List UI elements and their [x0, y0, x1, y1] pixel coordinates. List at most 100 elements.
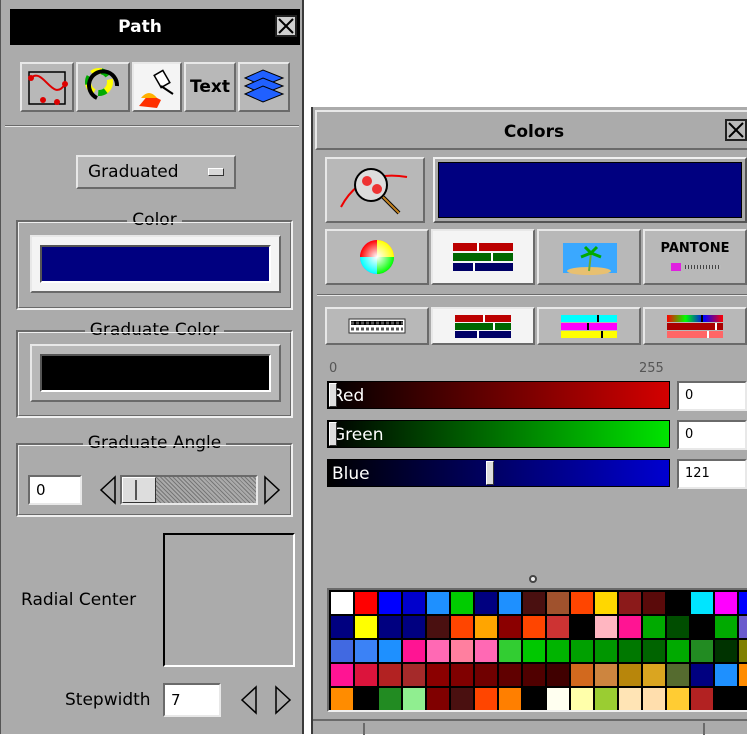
graduate-color-swatch-button[interactable] — [30, 344, 281, 402]
palette-swatch[interactable] — [739, 640, 747, 662]
palette-swatch[interactable] — [451, 640, 473, 662]
graduate-angle-slider-thumb[interactable] — [122, 477, 156, 503]
palette-swatch[interactable] — [595, 664, 617, 686]
palette-swatch[interactable] — [691, 688, 713, 710]
red-value-input[interactable]: 0 — [677, 381, 747, 411]
palette-swatch[interactable] — [427, 640, 449, 662]
palette-swatch[interactable] — [451, 592, 473, 614]
tab-cmyk-model[interactable] — [537, 307, 641, 345]
palette-swatch[interactable] — [619, 592, 641, 614]
palette-swatch[interactable] — [331, 592, 353, 614]
tab-pantone[interactable]: PANTONE — [643, 229, 747, 285]
color-picker-button[interactable] — [325, 157, 425, 223]
palette-swatch[interactable] — [331, 616, 353, 638]
palette-swatch[interactable] — [595, 640, 617, 662]
stepwidth-input[interactable]: 7 — [163, 683, 221, 717]
palette-swatch[interactable] — [379, 664, 401, 686]
palette-swatch[interactable] — [523, 616, 545, 638]
palette-swatch[interactable] — [403, 688, 425, 710]
green-slider[interactable]: Green — [327, 420, 670, 448]
fill-tool-button[interactable] — [132, 62, 182, 112]
palette-swatch[interactable] — [355, 616, 377, 638]
palette-swatch[interactable] — [523, 688, 545, 710]
palette-swatch[interactable] — [355, 640, 377, 662]
palette-swatch[interactable] — [451, 616, 473, 638]
tab-color-wheel[interactable] — [325, 229, 429, 285]
palette-swatch[interactable] — [331, 640, 353, 662]
palette-swatch[interactable] — [619, 664, 641, 686]
palette-swatch[interactable] — [619, 616, 641, 638]
palette-swatch[interactable] — [523, 664, 545, 686]
palette-swatch[interactable] — [619, 640, 641, 662]
palette-swatch[interactable] — [571, 592, 593, 614]
palette-swatch[interactable] — [547, 592, 569, 614]
tab-rgb-model[interactable] — [431, 307, 535, 345]
palette-swatch[interactable] — [523, 592, 545, 614]
path-close-button[interactable] — [275, 15, 297, 37]
palette-swatch[interactable] — [499, 688, 521, 710]
palette-swatch[interactable] — [715, 664, 737, 686]
palette-swatch[interactable] — [403, 616, 425, 638]
fill-type-dropdown[interactable]: Graduated — [76, 155, 236, 189]
red-slider[interactable]: Red — [327, 381, 670, 409]
green-slider-handle[interactable] — [329, 422, 337, 446]
angle-decrease-arrow-icon[interactable] — [98, 475, 118, 505]
colors-close-button[interactable] — [725, 119, 747, 141]
palette-swatch[interactable] — [451, 688, 473, 710]
palette-swatch[interactable] — [715, 616, 737, 638]
palette-swatch[interactable] — [355, 688, 377, 710]
red-slider-handle[interactable] — [329, 383, 337, 407]
palette-swatch[interactable] — [571, 640, 593, 662]
palette-swatch[interactable] — [331, 688, 353, 710]
palette-swatch[interactable] — [643, 592, 665, 614]
palette-swatch[interactable] — [475, 616, 497, 638]
palette-swatch[interactable] — [595, 616, 617, 638]
tab-grayscale-model[interactable] — [325, 307, 429, 345]
palette-swatch[interactable] — [571, 616, 593, 638]
palette-swatch[interactable] — [595, 688, 617, 710]
stepwidth-decrease-arrow-icon[interactable] — [239, 685, 259, 715]
palette-swatch[interactable] — [403, 640, 425, 662]
palette-swatch[interactable] — [643, 688, 665, 710]
palette-swatch[interactable] — [547, 640, 569, 662]
palette-swatch[interactable] — [499, 592, 521, 614]
palette-swatch[interactable] — [475, 640, 497, 662]
palette-swatch[interactable] — [619, 688, 641, 710]
palette-swatch[interactable] — [451, 664, 473, 686]
palette-swatch[interactable] — [475, 592, 497, 614]
palette-swatch[interactable] — [403, 664, 425, 686]
blue-value-input[interactable]: 121 — [677, 459, 747, 489]
palette-swatch[interactable] — [427, 688, 449, 710]
palette-swatch[interactable] — [475, 664, 497, 686]
colors-titlebar[interactable]: Colors — [315, 110, 747, 150]
palette-swatch[interactable] — [499, 640, 521, 662]
tab-rgb-sliders[interactable] — [431, 229, 535, 285]
text-tool-button[interactable]: Text — [184, 62, 236, 112]
palette-swatch[interactable] — [667, 592, 689, 614]
blue-slider[interactable]: Blue — [327, 459, 670, 487]
palette-swatch[interactable] — [643, 664, 665, 686]
palette-swatch[interactable] — [739, 592, 747, 614]
palette-swatch[interactable] — [379, 616, 401, 638]
layers-tool-button[interactable] — [238, 62, 290, 112]
angle-increase-arrow-icon[interactable] — [262, 475, 282, 505]
palette-swatch[interactable] — [403, 592, 425, 614]
palette-swatch[interactable] — [691, 592, 713, 614]
palette-swatch[interactable] — [643, 616, 665, 638]
palette-swatch[interactable] — [571, 688, 593, 710]
palette-swatch[interactable] — [667, 688, 689, 710]
graduate-angle-input[interactable]: 0 — [28, 475, 82, 505]
palette-swatch[interactable] — [379, 688, 401, 710]
palette-swatch[interactable] — [715, 592, 737, 614]
palette-swatch[interactable] — [379, 640, 401, 662]
palette-swatch[interactable] — [523, 640, 545, 662]
palette-swatch[interactable] — [595, 592, 617, 614]
green-value-input[interactable]: 0 — [677, 420, 747, 450]
palette-swatch[interactable] — [355, 664, 377, 686]
tab-image-picker[interactable] — [537, 229, 641, 285]
graduate-angle-slider[interactable] — [120, 475, 258, 505]
palette-swatch[interactable] — [427, 664, 449, 686]
palette-swatch[interactable] — [643, 640, 665, 662]
palette-swatch[interactable] — [499, 616, 521, 638]
palette-swatch[interactable] — [475, 688, 497, 710]
